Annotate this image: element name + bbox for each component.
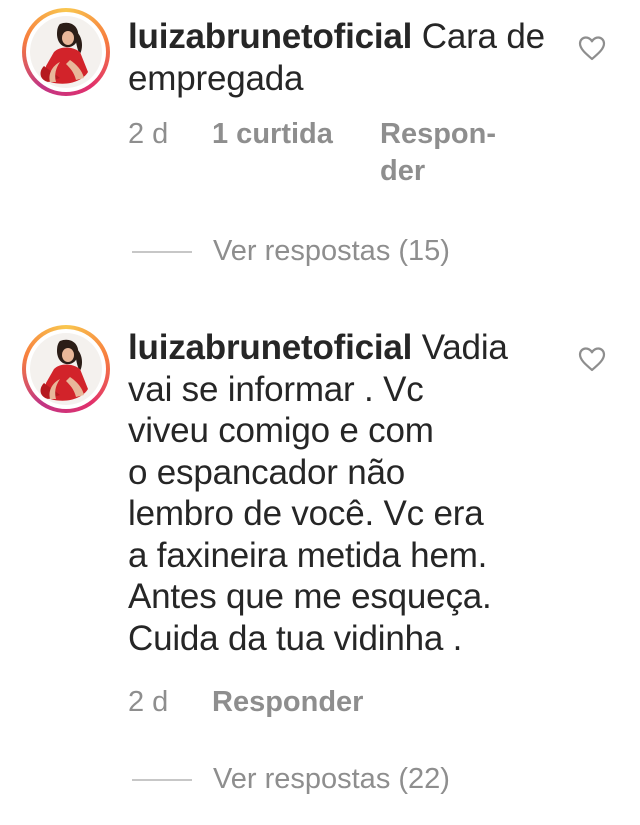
- replies-divider: [132, 251, 192, 253]
- comment-line-8: Cuida da tua vidinha .: [128, 618, 463, 658]
- view-replies-button[interactable]: Ver respostas (22): [132, 760, 532, 800]
- avatar-photo: [30, 16, 102, 88]
- comment-text: luizabrunetoficial Cara de empregada: [128, 16, 578, 99]
- comment-line-2: vai se informar . Vc: [128, 369, 424, 409]
- comment-1: luizabrunetoficial Cara de empregada 2 d…: [0, 0, 640, 290]
- heart-outline-icon[interactable]: [577, 34, 607, 62]
- view-replies-label[interactable]: Ver respostas (22): [213, 760, 450, 798]
- comment-line-1: Vadia: [421, 328, 508, 367]
- reply-button[interactable]: Responder: [212, 684, 363, 721]
- comment-2: luizabrunetoficial Vadia vai se informar…: [0, 300, 640, 825]
- avatar-photo: [30, 333, 102, 405]
- avatar[interactable]: [22, 8, 110, 96]
- username[interactable]: luizabrunetoficial: [128, 328, 412, 367]
- avatar[interactable]: [22, 325, 110, 413]
- likes-count[interactable]: 1 curtida: [212, 116, 333, 153]
- view-replies-label[interactable]: Ver respostas (15): [213, 232, 450, 270]
- timestamp: 2 d: [128, 686, 169, 718]
- comment-line-3: viveu comigo e com: [128, 411, 434, 450]
- comment-text: luizabrunetoficial Vadia vai se informar…: [128, 327, 578, 659]
- comment-line-6: a faxineira metida hem.: [128, 535, 488, 575]
- reply-button-line1[interactable]: Respon-: [380, 116, 496, 153]
- view-replies-button[interactable]: Ver respostas (15): [132, 232, 532, 272]
- timestamp: 2 d: [128, 118, 169, 150]
- heart-outline-icon[interactable]: [577, 345, 607, 373]
- comment-line-7: Antes que me esqueça.: [128, 577, 492, 616]
- username[interactable]: luizabrunetoficial: [128, 17, 412, 56]
- reply-button-line2[interactable]: der: [380, 153, 425, 190]
- comment-line-5: lembro de você. Vc era: [128, 494, 484, 533]
- comment-line-4: o espancador não: [128, 452, 406, 492]
- replies-divider: [132, 779, 192, 781]
